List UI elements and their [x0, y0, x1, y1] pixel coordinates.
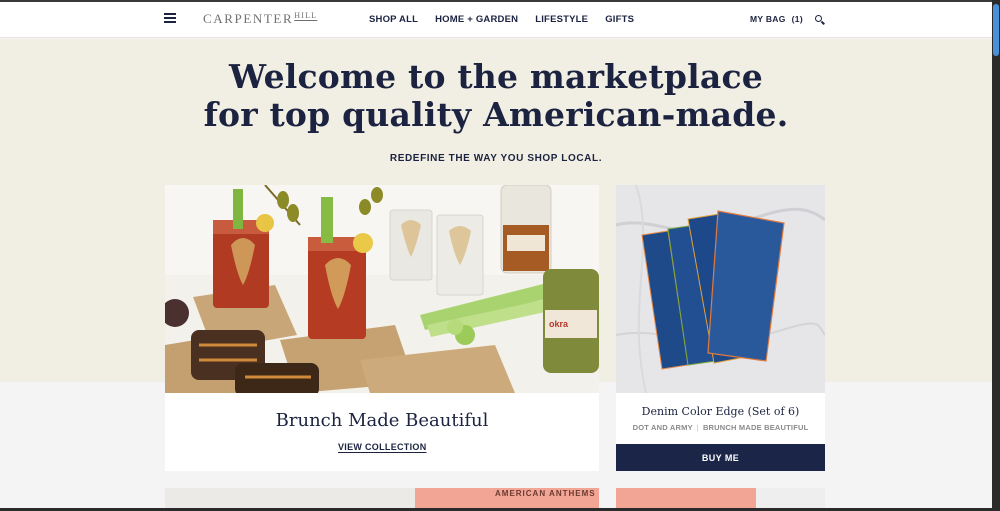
product-photo[interactable]: [616, 185, 825, 393]
product-meta: DOT AND ARMY | BRUNCH MADE BEAUTIFUL: [632, 423, 809, 432]
collection-card: okra Brunch Made Beautiful VIEW COLLECTI…: [165, 185, 599, 471]
my-bag-label: MY BAG: [750, 14, 786, 24]
hero-headline: Welcome to the marketplace for top quali…: [0, 58, 992, 134]
product-collection[interactable]: BRUNCH MADE BEAUTIFUL: [703, 423, 808, 432]
logo-text: CARPENTER: [203, 11, 294, 26]
menu-icon[interactable]: [164, 13, 176, 23]
product-card: Denim Color Edge (Set of 6) DOT AND ARMY…: [616, 185, 825, 471]
site-header: CARPENTER HILL SHOP ALL HOME + GARDEN LI…: [0, 2, 992, 38]
nav-lifestyle[interactable]: LIFESTYLE: [535, 14, 588, 25]
bag-count: (1): [791, 14, 803, 24]
brunch-photo[interactable]: okra: [165, 185, 599, 393]
next-card-peek-1[interactable]: AMERICAN ANTHEMS: [165, 488, 599, 508]
my-bag-link[interactable]: MY BAG (1): [750, 14, 803, 24]
headline-line-1: Welcome to the marketplace: [229, 57, 763, 96]
scrollbar-thumb[interactable]: [993, 4, 999, 56]
collection-title: Brunch Made Beautiful: [275, 410, 489, 431]
product-name[interactable]: Denim Color Edge (Set of 6): [616, 405, 825, 418]
nav-shop-all[interactable]: SHOP ALL: [369, 14, 418, 25]
svg-text:okra: okra: [549, 319, 569, 329]
nav-gifts[interactable]: GIFTS: [605, 14, 634, 25]
scrollbar[interactable]: [992, 0, 1000, 511]
product-brand[interactable]: DOT AND ARMY: [633, 423, 693, 432]
peek-text: AMERICAN ANTHEMS: [495, 489, 596, 498]
search-icon[interactable]: [815, 15, 825, 25]
hero-subheading: REDEFINE THE WAY YOU SHOP LOCAL.: [389, 153, 603, 164]
view-collection-link[interactable]: VIEW COLLECTION: [338, 442, 427, 452]
headline-line-2: for top quality American-made.: [203, 95, 789, 134]
buy-me-button[interactable]: BUY ME: [616, 444, 825, 471]
logo-subtext: HILL: [294, 11, 318, 20]
next-card-peek-2[interactable]: [616, 488, 825, 508]
nav-home-garden[interactable]: HOME + GARDEN: [435, 14, 518, 25]
site-logo[interactable]: CARPENTER HILL: [203, 11, 317, 27]
main-nav: SHOP ALL HOME + GARDEN LIFESTYLE GIFTS: [369, 14, 634, 25]
